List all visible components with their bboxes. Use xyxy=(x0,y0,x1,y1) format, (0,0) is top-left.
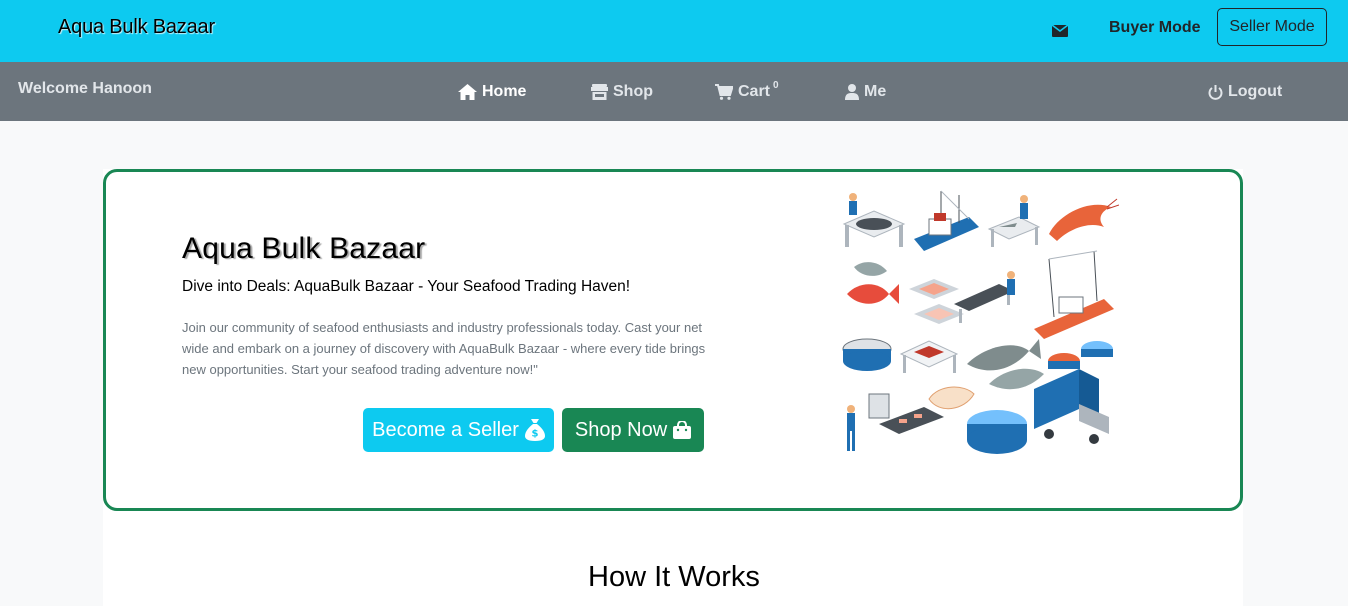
fish-processing-table xyxy=(842,193,906,247)
fillet-plate xyxy=(928,386,975,409)
shopping-bag-icon xyxy=(673,421,692,439)
tuna-can xyxy=(842,338,892,371)
become-seller-button[interactable]: Become a Seller $ xyxy=(363,408,554,452)
ice-tray xyxy=(899,340,959,373)
store-icon xyxy=(591,84,608,100)
delivery-truck xyxy=(1034,369,1109,444)
conveyor xyxy=(954,271,1015,323)
logout-link[interactable]: Logout xyxy=(1208,83,1282,101)
hero-card: Aqua Bulk Bazaar Dive into Deals: AquaBu… xyxy=(103,169,1243,511)
hero-description: Join our community of seafood enthusiast… xyxy=(182,320,706,377)
fillets xyxy=(909,279,964,324)
nav-home-label: Home xyxy=(482,83,527,100)
nav-cart[interactable]: Cart 0 xyxy=(715,79,779,101)
how-it-works-heading: How It Works xyxy=(588,561,760,593)
nav-me-label: Me xyxy=(864,83,887,100)
shop-now-button[interactable]: Shop Now xyxy=(562,408,704,452)
logout-label: Logout xyxy=(1228,83,1283,100)
nav-shop[interactable]: Shop xyxy=(591,83,653,101)
nav-cart-label: Cart xyxy=(738,83,771,100)
processing-line xyxy=(847,393,944,451)
trawler xyxy=(1034,250,1114,339)
brand-logo[interactable]: Aqua Bulk Bazaar xyxy=(58,16,215,39)
home-icon xyxy=(458,84,477,100)
seafood-illustration xyxy=(842,190,1119,454)
main-content: Aqua Bulk Bazaar Dive into Deals: AquaBu… xyxy=(0,121,1348,606)
caviar-jars xyxy=(1048,341,1113,369)
money-bag-icon: $ xyxy=(524,419,545,441)
cart-count-badge: 0 xyxy=(773,79,779,91)
nav-home[interactable]: Home xyxy=(458,83,526,101)
buyer-mode-link[interactable]: Buyer Mode xyxy=(1109,19,1201,37)
red-fish xyxy=(847,262,899,304)
shop-now-label: Shop Now xyxy=(574,418,668,441)
become-seller-label: Become a Seller xyxy=(372,418,519,441)
user-icon xyxy=(845,84,859,100)
fishing-boat xyxy=(914,190,979,251)
shrimp xyxy=(1049,198,1119,241)
main-navbar: Welcome Hanoon Home Shop Cart 0 Me Logou… xyxy=(0,62,1348,121)
envelope-icon[interactable] xyxy=(1052,25,1068,37)
welcome-text: Welcome Hanoon xyxy=(18,80,152,97)
svg-text:$: $ xyxy=(531,429,538,440)
hero-title: Aqua Bulk Bazaar xyxy=(182,232,426,265)
top-header: Aqua Bulk Bazaar Buyer Mode Seller Mode xyxy=(0,0,1348,62)
cart-icon xyxy=(715,84,733,100)
nav-shop-label: Shop xyxy=(613,83,653,100)
nav-me[interactable]: Me xyxy=(845,83,886,101)
hero-subtitle: Dive into Deals: AquaBulk Bazaar - Your … xyxy=(182,278,631,295)
fish-tank xyxy=(967,410,1027,454)
worker-table xyxy=(987,195,1041,247)
gray-fish xyxy=(967,339,1044,390)
seller-mode-button[interactable]: Seller Mode xyxy=(1217,8,1327,46)
power-icon xyxy=(1208,85,1223,100)
